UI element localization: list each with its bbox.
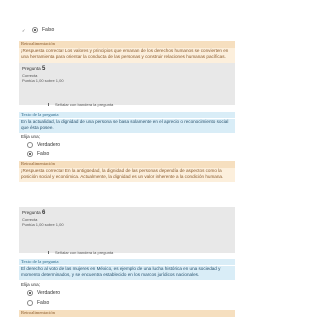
feedback-text: ¡Respuesta correcta! Los valores y princ… bbox=[19, 48, 235, 63]
question-number: Pregunta 5 bbox=[22, 66, 46, 72]
answer-option-falso[interactable]: ✓ Falso bbox=[22, 27, 54, 33]
option-label: Falso bbox=[37, 151, 50, 157]
choose-one-label: Elija una; bbox=[21, 282, 40, 287]
question-text-header: Texto de la pregunta bbox=[19, 112, 235, 118]
option-label: Falso bbox=[37, 300, 50, 306]
answer-option-falso[interactable]: Falso bbox=[22, 151, 49, 157]
flag-question-link[interactable]: Señalar con bandera la pregunta bbox=[48, 102, 113, 107]
feedback-header: Retroalimentación bbox=[19, 41, 235, 48]
quiz-review-page: ✓ Falso Retroalimentación ¡Respuesta cor… bbox=[0, 0, 252, 326]
feedback-text: ¡Respuesta correcta! En la antigüedad, l… bbox=[19, 168, 235, 182]
question-text: El derecho al voto de las mujeres en Méx… bbox=[19, 266, 235, 280]
radio-selected-icon[interactable] bbox=[27, 290, 33, 296]
option-label: Verdadero bbox=[37, 142, 61, 148]
answer-option-verdadero[interactable]: Verdadero bbox=[22, 142, 60, 148]
feedback-header-label: Retroalimentación bbox=[21, 310, 55, 315]
question-number: Pregunta 6 bbox=[22, 210, 46, 216]
choose-one-label: Elija una; bbox=[21, 134, 40, 139]
radio-icon[interactable] bbox=[27, 142, 33, 148]
feedback-header: Retroalimentación bbox=[19, 161, 235, 168]
radio-selected-icon[interactable] bbox=[32, 27, 38, 33]
checkmark-icon: ✓ bbox=[22, 27, 26, 33]
flag-question-link[interactable]: Señalar con bandera la pregunta bbox=[48, 250, 113, 255]
feedback-header: Retroalimentación bbox=[19, 310, 235, 317]
flag-icon bbox=[48, 251, 53, 254]
answer-option-verdadero[interactable]: Verdadero bbox=[22, 290, 60, 296]
option-label: Verdadero bbox=[37, 290, 61, 296]
option-label: Falso bbox=[42, 27, 55, 33]
radio-selected-icon[interactable] bbox=[27, 151, 33, 157]
radio-icon[interactable] bbox=[27, 300, 33, 306]
feedback-header-label: Retroalimentación bbox=[21, 41, 55, 46]
question-info-box: Pregunta 6 Correcta Puntúa 1,00 sobre 1,… bbox=[19, 207, 235, 253]
answer-option-falso[interactable]: Falso bbox=[22, 300, 49, 306]
flag-icon bbox=[48, 103, 53, 106]
question-score: Puntúa 1,00 sobre 1,00 bbox=[22, 222, 64, 227]
question-info-box: Pregunta 5 Correcta Puntúa 1,00 sobre 1,… bbox=[19, 63, 235, 105]
question-text: En la actualidad, la dignidad de una per… bbox=[19, 119, 235, 133]
feedback-header-label: Retroalimentación bbox=[21, 161, 55, 166]
question-score: Puntúa 1,00 sobre 1,00 bbox=[22, 78, 64, 83]
question-text-header: Texto de la pregunta bbox=[19, 259, 235, 265]
